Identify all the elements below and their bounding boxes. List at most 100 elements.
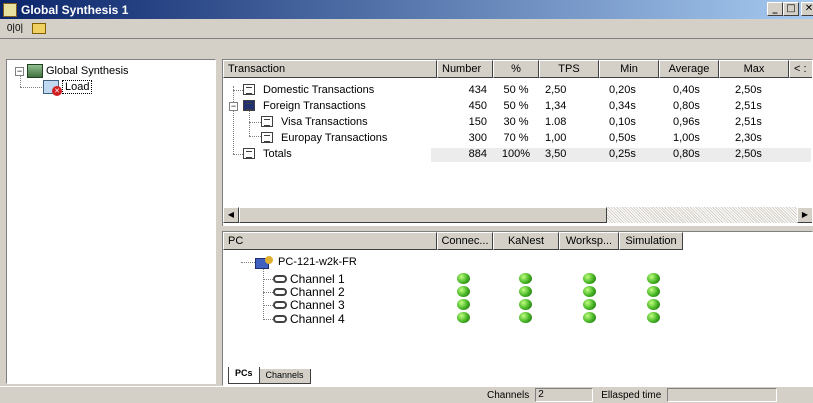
row-totals-name[interactable]: Totals [263,148,292,161]
row-visa-min: 0,10s [609,116,636,128]
status-led [647,299,660,310]
row-europay-number: 300 [468,132,487,144]
open-folder-button[interactable] [30,21,48,37]
channel-name: Channel 3 [290,298,345,312]
row-europay-min: 0,50s [609,132,636,144]
maximize-button[interactable]: □ [783,2,799,16]
status-led [647,273,660,284]
status-bar: Channels 2 Ellasped time [0,386,813,403]
col-header-transaction[interactable]: Transaction [223,60,437,78]
row-europay-avg: 1,00s [673,132,700,144]
channel-name: Channel 2 [290,285,345,299]
scroll-left-icon[interactable]: ◀ [223,207,239,223]
channel-row[interactable]: Channel 3 [273,298,345,312]
pause-button[interactable]: 0|0| [6,21,24,37]
tab-pcs[interactable]: PCs [228,367,260,384]
status-led [647,286,660,297]
col-header-more[interactable]: < : [789,60,812,78]
row-domestic-pct: 50 % [503,84,529,96]
tree-label-load: Load [62,80,93,94]
row-foreign-pct: 50 % [503,100,529,112]
close-button[interactable]: ✕ [801,2,813,16]
pc-row[interactable]: PC-121-w2k-FR [255,256,357,269]
col-header-max[interactable]: Max [719,60,789,78]
row-totals-min: 0,25s [609,148,636,160]
row-totals-pct: 100% [501,148,531,160]
row-visa-avg: 0,96s [673,116,700,128]
channel-icon [273,275,287,283]
group-icon [243,100,255,111]
row-totals-max: 2,50s [735,148,762,160]
row-visa-number: 150 [468,116,487,128]
col-header-pc[interactable]: PC [223,232,437,250]
status-elapsed-value [667,388,778,402]
toolbar: 0|0| [0,19,813,39]
status-elapsed-label: Ellasped time [601,389,662,401]
row-europay-pct: 70 % [503,132,529,144]
row-europay-tps: 1,00 [545,132,567,144]
row-domestic-tps: 2,50 [545,84,567,96]
status-channels-label: Channels [487,389,530,401]
status-led [457,312,470,323]
tree-panel: − Global Synthesis Load [6,59,216,384]
transactions-pane: Transaction Number % TPS Min Average Max… [222,59,813,227]
row-domestic-name[interactable]: Domestic Transactions [263,84,374,97]
window-title: Global Synthesis 1 [21,2,129,17]
row-foreign-tps: 1,34 [545,100,567,112]
horizontal-scrollbar[interactable]: ◀ ▶ [223,207,812,223]
transaction-icon [261,116,273,127]
col-header-number[interactable]: Number [437,60,493,78]
channel-icon [273,288,287,296]
scroll-right-icon[interactable]: ▶ [797,207,812,223]
channel-row[interactable]: Channel 4 [273,312,345,326]
status-led [519,286,532,297]
col-header-kanest[interactable]: KaNest [493,232,559,250]
folder-icon [32,23,46,34]
status-led [519,299,532,310]
tree-item-global-synthesis[interactable]: − Global Synthesis [15,64,129,78]
row-domestic-min: 0,20s [609,84,636,96]
title-bar: Global Synthesis 1 _ □ ✕ [0,0,813,19]
pcs-pane: PC Connec... KaNest Worksp... Simulation… [222,231,813,386]
tab-channels[interactable]: Channels [258,369,311,384]
transaction-icon [261,132,273,143]
pc-name: PC-121-w2k-FR [278,256,357,268]
status-led [457,273,470,284]
channel-name: Channel 4 [290,312,345,326]
row-totals-number: 884 [468,148,487,160]
col-header-percent[interactable]: % [493,60,539,78]
status-led [519,312,532,323]
channel-icon [273,301,287,309]
status-led [457,286,470,297]
col-header-simulation[interactable]: Simulation [619,232,683,250]
minimize-button[interactable]: _ [767,2,783,16]
col-header-min[interactable]: Min [599,60,659,78]
row-foreign-name[interactable]: Foreign Transactions [263,100,366,113]
channel-row[interactable]: Channel 1 [273,272,345,286]
collapse-icon[interactable]: − [229,102,238,111]
status-led [519,273,532,284]
row-foreign-number: 450 [468,100,487,112]
tree-item-load[interactable]: Load [43,80,93,96]
row-visa-name[interactable]: Visa Transactions [281,116,368,129]
col-header-tps[interactable]: TPS [539,60,599,78]
channel-row[interactable]: Channel 2 [273,285,345,299]
status-led [457,299,470,310]
col-header-average[interactable]: Average [659,60,719,78]
scrollbar-thumb[interactable] [239,207,607,223]
row-europay-name[interactable]: Europay Transactions [281,132,387,145]
col-header-connection[interactable]: Connec... [437,232,493,250]
row-domestic-avg: 0,40s [673,84,700,96]
bottom-tabs: PCs Channels [228,366,311,384]
status-channels-value: 2 [535,388,594,402]
status-led [647,312,660,323]
window-controls: _ □ ✕ [767,2,813,16]
totals-icon [243,148,255,159]
row-foreign-max: 2,51s [735,100,762,112]
row-foreign-avg: 0,80s [673,100,700,112]
channel-icon [273,315,287,323]
col-header-workspace[interactable]: Worksp... [559,232,619,250]
status-led [583,273,596,284]
transaction-icon [243,84,255,95]
status-led [583,286,596,297]
